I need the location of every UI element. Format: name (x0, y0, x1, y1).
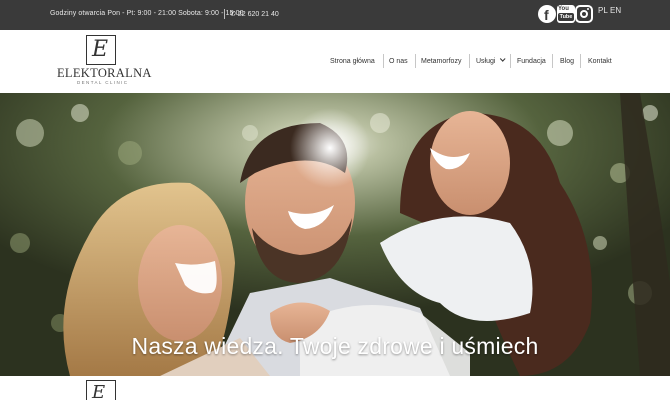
logo-tagline: DENTAL CLINIC (77, 80, 129, 85)
nav-fundacja[interactable]: Fundacja (517, 58, 546, 65)
language-pl[interactable]: PL (598, 6, 608, 15)
logo-monogram-bottom: E (86, 380, 116, 400)
nav-o-nas[interactable]: O nas (389, 58, 408, 65)
nav-divider (469, 54, 470, 68)
phone-number: 22 620 21 40 (237, 11, 279, 18)
nav-divider (580, 54, 581, 68)
next-section: E (0, 376, 670, 400)
nav-blog[interactable]: Blog (560, 58, 574, 65)
nav-divider (415, 54, 416, 68)
hero-banner: Nasza wiedza. Twoje zdrowe i uśmiech (0, 93, 670, 376)
hero-title: Nasza wiedza. Twoje zdrowe i uśmiech (131, 333, 539, 359)
phone-icon: ✆ (230, 11, 236, 18)
logo-name: ELEKTORALNA (57, 66, 152, 80)
chevron-down-icon (500, 56, 506, 62)
topbar-divider (224, 9, 225, 19)
top-info-bar: Godziny otwarcia Pon - Pt: 9:00 - 21:00 … (0, 0, 670, 30)
phone-link[interactable]: ✆ 22 620 21 40 (230, 10, 279, 18)
nav-divider (552, 54, 553, 68)
youtube-icon[interactable]: You Tube (557, 5, 575, 23)
nav-divider (383, 54, 384, 68)
opening-hours: Godziny otwarcia Pon - Pt: 9:00 - 21:00 … (50, 10, 244, 17)
site-header: E ELEKTORALNA DENTAL CLINIC Strona główn… (0, 30, 670, 93)
nav-divider (510, 54, 511, 68)
nav-metamorfozy[interactable]: Metamorfozy (421, 58, 461, 65)
nav-strona-glowna[interactable]: Strona główna (330, 58, 375, 65)
facebook-icon[interactable]: f (538, 5, 556, 23)
instagram-icon[interactable] (575, 5, 593, 23)
logo-monogram: E (86, 35, 116, 65)
language-en[interactable]: EN (610, 6, 621, 15)
nav-kontakt[interactable]: Kontakt (588, 58, 612, 65)
nav-uslugi[interactable]: Usługi (476, 56, 506, 65)
